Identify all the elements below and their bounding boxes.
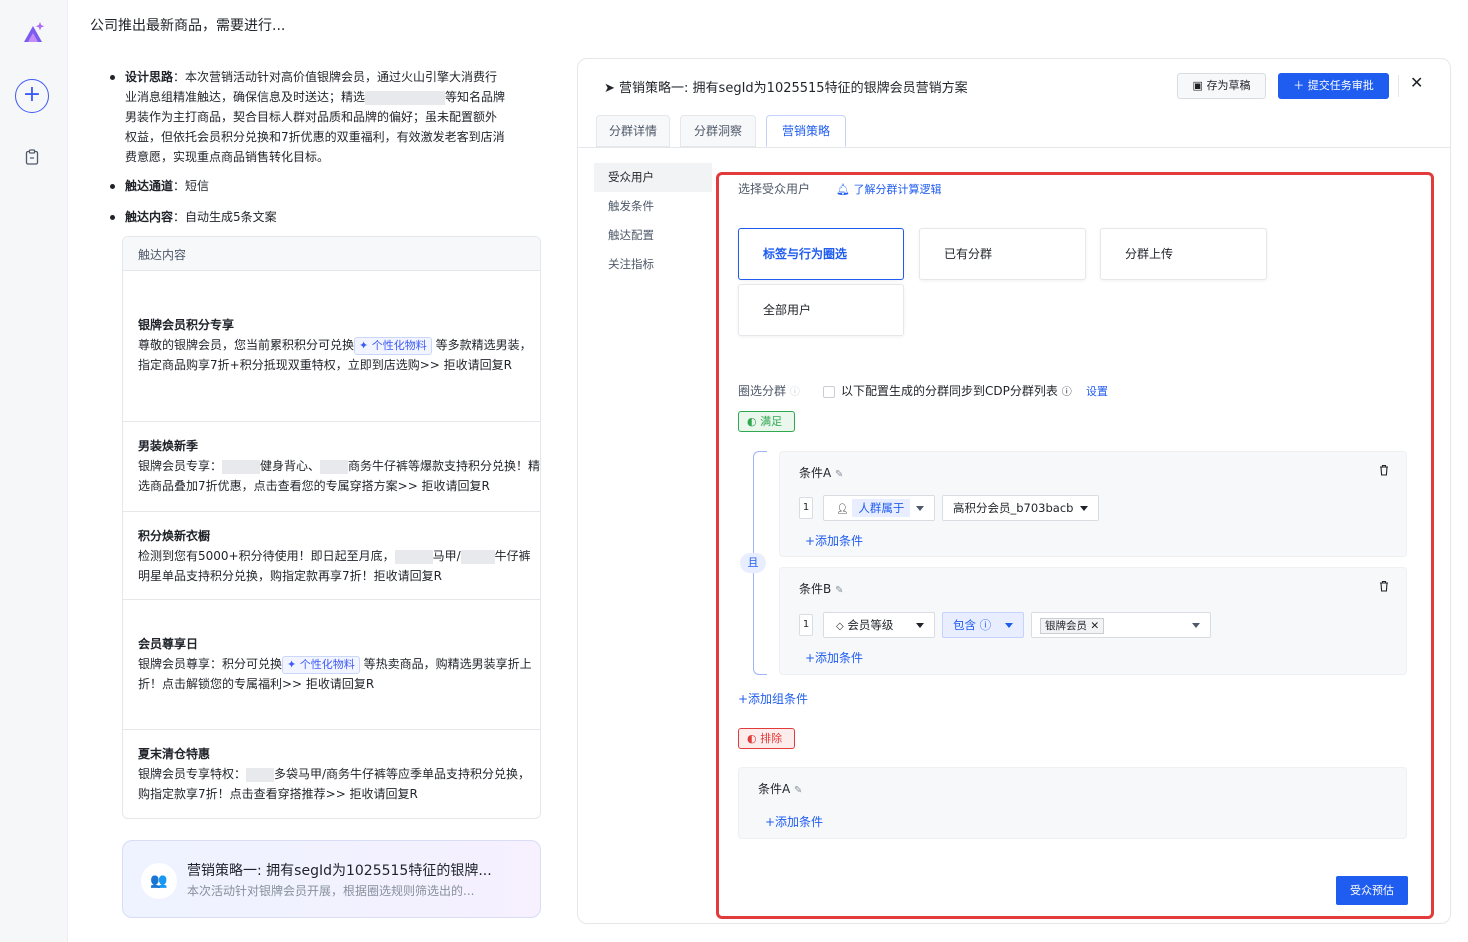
message-3: 积分焕新衣橱 检测到您有5000+积分待使用！即日起至月底， 马甲/牛仔裤 明星单… [123,511,540,599]
operator-select[interactable]: 包含 ⓘ [942,612,1024,638]
option-existing-segment[interactable]: 已有分群 [919,228,1086,280]
member-level-select[interactable]: ◇ 会员等级 [823,612,935,638]
crowd-value-select[interactable]: 高积分会员_b703bacb [942,495,1099,521]
clipboard-icon[interactable] [25,149,39,165]
side-item-audience[interactable]: 受众用户 [594,163,712,192]
bullet-channel: 触达通道：短信 [110,176,540,196]
message-1: 银牌会员积分专享 尊敬的银牌会员，您当前累积积分可兑换 ✦ 个性化物料 等多款精选… [138,318,532,372]
close-icon[interactable]: ✕ [1410,73,1423,92]
new-task-button[interactable]: + [15,79,49,113]
panel-title: ➤ 营销策略一: 拥有segId为1025515特征的银牌会员营销方案 [604,81,968,96]
sync-cdp-checkbox[interactable]: 以下配置生成的分群同步到CDP分群列表 ⓘ [823,382,1072,399]
bell-icon: 🔔︎ [836,183,850,196]
user-icon: 👤︎ [836,504,849,515]
strategy-card[interactable]: 👥 营销策略一: 拥有segId为1025515特征的银牌... 本次活动针对银… [122,840,541,918]
personalize-tag-2[interactable]: ✦ 个性化物料 [282,655,360,674]
and-toggle[interactable]: 且 [740,553,766,573]
condition-a: 条件A ✎ 1 👤︎ 人群属于 高积分会员_b703bacb +添加条件 [779,451,1407,557]
app-logo-icon[interactable] [20,20,46,46]
bullet-design: 设计思路：本次营销活动针对高价值银牌会员，通过火山引擎大消费行 业消息组精准触达… [110,67,540,167]
add-condition-a[interactable]: +添加条件 [805,532,863,549]
settings-link[interactable]: 设置 [1086,383,1108,399]
trash-icon[interactable] [1379,464,1389,476]
add-condition-b[interactable]: +添加条件 [805,649,863,666]
edit-icon[interactable]: ✎ [835,469,843,480]
chip-close-icon[interactable]: ✕ [1090,620,1099,632]
message-4: 会员尊享日 银牌会员尊享：积分可兑换 ✦ 个性化物料 等热卖商品，购精选男装享折上… [123,599,540,729]
left-rail: + [0,0,68,942]
exclude-badge[interactable]: ◐ 排除 [738,728,795,749]
trash-icon[interactable] [1379,580,1389,592]
page-title: 公司推出最新商品，需要进行... [90,18,286,34]
option-all-users[interactable]: 全部用户 [738,284,904,336]
condition-b: 条件B ✎ 1 ◇ 会员等级 包含 ⓘ 银牌会员 ✕ +添加条件 [779,567,1407,675]
content-card: 触达内容 银牌会员积分专享 尊敬的银牌会员，您当前累积积分可兑换 ✦ 个性化物料 … [122,236,541,819]
tag-icon: ◇ [836,621,844,632]
circle-segment-label: 圈选分群 ⓘ [738,384,800,398]
add-group-condition[interactable]: +添加组条件 [738,690,808,707]
submit-approval-button[interactable]: ＋ 提交任务审批 [1278,73,1389,99]
select-audience-label: 选择受众用户 [738,182,811,196]
edit-icon[interactable]: ✎ [835,585,843,596]
question-icon: ⓘ [1061,387,1072,398]
users-icon: 👥 [141,863,177,899]
edit-icon[interactable]: ✎ [794,785,802,796]
save-icon: ▣ [1192,79,1203,92]
option-tag-behavior[interactable]: 标签与行为圈选 [738,228,904,280]
learn-logic-link[interactable]: 🔔︎ 了解分群计算逻辑 [836,181,941,197]
save-draft-button[interactable]: ▣ 存为草稿 [1177,73,1266,99]
option-segment-upload[interactable]: 分群上传 [1100,228,1267,280]
message-5: 夏末清仓特惠 银牌会员专享特权： 多袋马甲/商务牛仔裤等应季单品支持积分兑换， 购… [123,729,540,818]
add-exclude-condition[interactable]: +添加条件 [765,813,823,830]
tab-segment-insight[interactable]: 分群洞察 [680,115,756,147]
side-nav: 受众用户 触发条件 触达配置 关注指标 [594,163,712,279]
info-icon: ⓘ [979,618,992,632]
tab-segment-detail[interactable]: 分群详情 [596,115,670,147]
personalize-tag[interactable]: ✦ 个性化物料 [354,336,432,355]
tab-marketing-strategy[interactable]: 营销策略 [766,115,846,147]
side-item-reach[interactable]: 触达配置 [594,221,712,250]
bullet-content: 触达内容：自动生成5条文案 [110,207,540,227]
message-2: 男装焕新季 银牌会员专享： 健身背心、 商务牛仔裤等爆款支持积分兑换！精 选商品叠加… [123,421,540,511]
level-value-select[interactable]: 银牌会员 ✕ [1031,612,1211,638]
crowd-field-select[interactable]: 👤︎ 人群属于 [823,495,935,521]
send-icon: ➤ [604,81,615,96]
content-card-header: 触达内容 [123,237,540,271]
side-item-trigger[interactable]: 触发条件 [594,192,712,221]
audience-estimate-button[interactable]: 受众预估 [1336,876,1408,905]
satisfy-badge[interactable]: ◐ 满足 [738,411,795,432]
silver-chip: 银牌会员 ✕ [1040,618,1105,634]
help-icon: ⓘ [789,387,800,398]
exclude-condition-a: 条件A ✎ +添加条件 [738,767,1407,839]
side-item-metrics[interactable]: 关注指标 [594,250,712,279]
